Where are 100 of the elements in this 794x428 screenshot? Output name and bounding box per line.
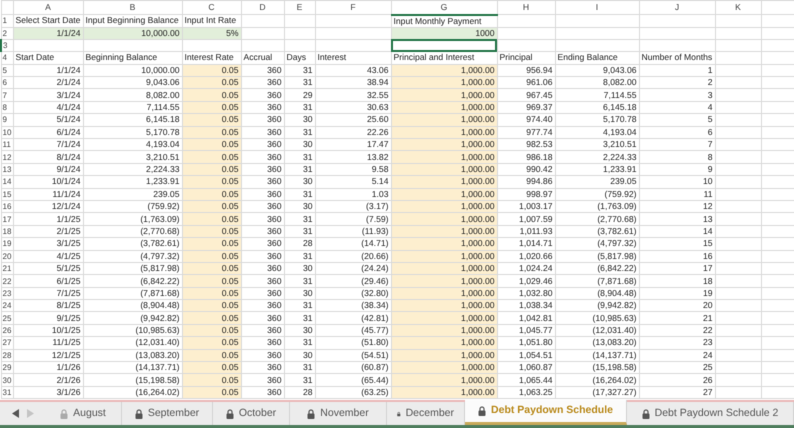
column-header[interactable]: I xyxy=(555,0,639,14)
table-cell: (14.71) xyxy=(315,238,391,250)
table-cell: 0.05 xyxy=(182,336,241,350)
table-cell: 1/1/24 xyxy=(13,27,83,40)
column-header[interactable]: H xyxy=(497,0,555,14)
row-header[interactable]: 20 xyxy=(1,250,13,262)
table-cell: Number of Months xyxy=(639,52,715,64)
row-header[interactable]: 30 xyxy=(1,374,13,386)
table-cell: 12 xyxy=(639,200,715,213)
table-cell: (759.92) xyxy=(83,200,182,213)
table-cell: 5% xyxy=(182,27,241,40)
row-header[interactable]: 17 xyxy=(1,212,13,226)
row-header[interactable]: 13 xyxy=(1,163,13,176)
row-header[interactable]: 18 xyxy=(1,225,13,238)
row-header[interactable]: 22 xyxy=(1,274,13,288)
table-cell: 30.63 xyxy=(315,101,391,114)
table-cell: 9.58 xyxy=(315,163,391,176)
table-cell: (10,985.63) xyxy=(83,324,182,337)
table-cell: 360 xyxy=(241,262,284,275)
column-header[interactable]: J xyxy=(639,0,715,14)
row-header[interactable]: 8 xyxy=(1,101,13,114)
table-cell: 1,000.00 xyxy=(391,225,497,238)
table-cell: 30 xyxy=(284,262,315,275)
row-header[interactable]: 26 xyxy=(1,324,13,337)
table-cell: 1,000.00 xyxy=(391,212,497,226)
table-cell: 0.05 xyxy=(182,126,241,139)
table-cell: 0.05 xyxy=(182,212,241,226)
table-cell: 31 xyxy=(284,300,315,312)
table-cell: 360 xyxy=(241,126,284,139)
row-header[interactable]: 21 xyxy=(1,262,13,275)
table-cell: 0.05 xyxy=(182,374,241,386)
table-cell: 0.05 xyxy=(182,274,241,288)
table-cell: 30 xyxy=(284,287,315,300)
table-cell: 7/1/24 xyxy=(13,138,83,151)
column-header[interactable]: G xyxy=(391,0,497,14)
column-header[interactable]: K xyxy=(715,0,761,14)
row-header[interactable]: 2 xyxy=(1,27,13,40)
row-header[interactable]: 25 xyxy=(1,312,13,324)
row-header[interactable]: 1 xyxy=(1,14,13,27)
table-cell: 1,000.00 xyxy=(391,374,497,386)
table-cell: (12,031.40) xyxy=(83,336,182,350)
table-cell: 3,210.51 xyxy=(83,150,182,164)
table-cell: 3/1/25 xyxy=(13,238,83,250)
sheet-tab[interactable]: September xyxy=(122,402,213,425)
row-header[interactable]: 23 xyxy=(1,287,13,300)
column-header[interactable]: C xyxy=(182,0,241,14)
row-header[interactable]: 19 xyxy=(1,238,13,250)
table-cell: 360 xyxy=(241,76,284,89)
row-header[interactable]: 29 xyxy=(1,362,13,374)
table-cell: (5,817.98) xyxy=(83,262,182,275)
column-header[interactable]: D xyxy=(241,0,284,14)
row-header[interactable]: 7 xyxy=(1,88,13,102)
row-header[interactable]: 16 xyxy=(1,200,13,213)
row-header[interactable]: 5 xyxy=(1,64,13,77)
table-cell: 13 xyxy=(639,212,715,226)
table-cell: 31 xyxy=(284,212,315,226)
row-header[interactable]: 28 xyxy=(1,349,13,362)
table-cell: 27 xyxy=(639,386,715,399)
row-header[interactable]: 6 xyxy=(1,76,13,89)
table-cell: (51.80) xyxy=(315,336,391,350)
sheet-tab[interactable]: August xyxy=(45,402,122,425)
sheet-tab[interactable]: Debt Paydown Schedule 2 xyxy=(627,402,794,425)
table-cell: 8,082.00 xyxy=(555,76,639,89)
row-header[interactable]: 12 xyxy=(1,150,13,164)
table-cell: 30 xyxy=(284,349,315,362)
column-header[interactable]: F xyxy=(315,0,391,14)
table-cell: 1,000.00 xyxy=(391,238,497,250)
table-cell: 360 xyxy=(241,138,284,151)
table-cell: (12,031.40) xyxy=(555,324,639,337)
table-cell: 28 xyxy=(284,386,315,399)
column-header[interactable]: E xyxy=(284,0,315,14)
table-cell: 10 xyxy=(639,176,715,188)
row-header[interactable]: 27 xyxy=(1,336,13,350)
table-cell: 1,000.00 xyxy=(391,287,497,300)
table-cell: 31 xyxy=(284,374,315,386)
row-header[interactable]: 9 xyxy=(1,114,13,126)
row-header[interactable]: 31 xyxy=(1,386,13,399)
row-header[interactable]: 14 xyxy=(1,176,13,188)
sheet-tab[interactable]: November xyxy=(290,402,387,425)
table-cell: 360 xyxy=(241,274,284,288)
column-header[interactable]: B xyxy=(83,0,182,14)
table-cell: 10/1/25 xyxy=(13,324,83,337)
row-header[interactable]: 3 xyxy=(1,39,13,52)
table-cell: 15 xyxy=(639,238,715,250)
sheet-tab[interactable]: October xyxy=(213,402,290,425)
table-cell: 16 xyxy=(639,250,715,262)
table-cell: 19 xyxy=(639,287,715,300)
row-header[interactable]: 4 xyxy=(1,52,13,64)
row-header[interactable]: 10 xyxy=(1,126,13,139)
row-header[interactable]: 11 xyxy=(1,138,13,151)
table-cell: (9,942.82) xyxy=(83,312,182,324)
table-cell: 31 xyxy=(284,126,315,139)
table-cell: 30 xyxy=(284,114,315,126)
lock-icon xyxy=(60,408,68,418)
table-cell: 0.05 xyxy=(182,324,241,337)
table-cell: 1,024.24 xyxy=(497,262,555,275)
column-header[interactable]: A xyxy=(13,0,83,14)
row-header[interactable]: 24 xyxy=(1,300,13,312)
selected-cell[interactable] xyxy=(391,39,497,52)
row-header[interactable]: 15 xyxy=(1,188,13,200)
